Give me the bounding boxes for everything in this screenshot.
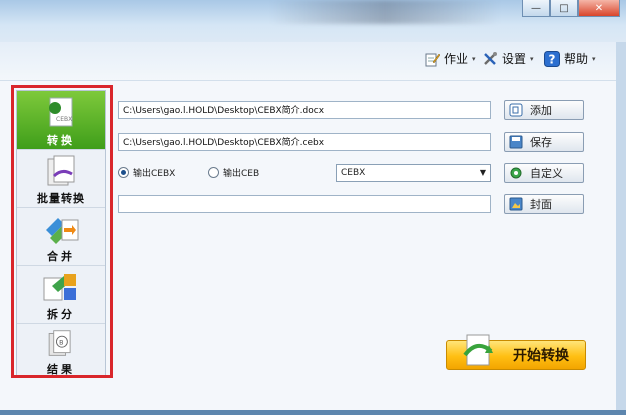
convert-document-icon	[463, 334, 493, 366]
radio-selected-icon	[118, 167, 129, 178]
window-bottom-edge	[0, 410, 626, 415]
cover-path-input[interactable]	[118, 195, 491, 213]
cover-button-label: 封面	[530, 198, 552, 211]
cover-button[interactable]: 封面	[504, 194, 584, 214]
add-button-label: 添加	[530, 104, 552, 117]
help-icon: ?	[544, 50, 560, 67]
menu-jobs[interactable]: 作业 ▾	[424, 50, 476, 67]
tools-icon	[484, 51, 497, 65]
format-select-value: CEBX	[341, 168, 366, 178]
pencil-note-icon	[425, 53, 440, 66]
close-button[interactable]: ✕	[578, 0, 620, 17]
menu-bar: 作业 ▾ 设置 ▾ ? 帮助 ▾	[0, 42, 616, 81]
radio-output-ceb-label: 输出CEB	[223, 169, 260, 179]
customize-button-label: 自定义	[530, 167, 563, 180]
gear-icon	[510, 167, 522, 179]
chevron-down-icon: ▾	[530, 54, 534, 63]
menu-jobs-label: 作业	[444, 52, 469, 66]
save-button[interactable]: 保存	[504, 132, 584, 152]
highlight-frame	[11, 85, 113, 378]
svg-text:?: ?	[549, 52, 556, 66]
radio-output-cebx[interactable]: 输出CEBX	[118, 166, 175, 179]
start-convert-label: 开始转换	[513, 348, 569, 364]
format-select[interactable]: CEBX ▼	[336, 164, 491, 182]
chevron-down-icon: ▾	[472, 54, 476, 63]
dropdown-arrow-icon: ▼	[479, 168, 486, 177]
radio-unselected-icon	[208, 167, 219, 178]
save-disk-icon	[509, 135, 523, 149]
title-bar: — □ ✕	[0, 0, 626, 42]
menu-help[interactable]: ? 帮助 ▾	[544, 50, 596, 67]
radio-output-cebx-label: 输出CEBX	[133, 169, 176, 179]
customize-button[interactable]: 自定义	[504, 163, 584, 183]
add-file-icon	[509, 103, 523, 117]
minimize-button[interactable]: —	[522, 0, 550, 17]
menu-settings[interactable]: 设置 ▾	[482, 50, 534, 67]
add-button[interactable]: 添加	[504, 100, 584, 120]
chevron-down-icon: ▾	[592, 54, 596, 63]
menu-settings-label: 设置	[502, 52, 527, 66]
window-controls: — □ ✕	[522, 0, 620, 17]
title-decoration	[270, 0, 500, 24]
maximize-button[interactable]: □	[550, 0, 578, 17]
output-path-input[interactable]: C:\Users\gao.l.HOLD\Desktop\CEBX简介.cebx	[118, 133, 491, 151]
source-path-input[interactable]: C:\Users\gao.l.HOLD\Desktop\CEBX简介.docx	[118, 101, 491, 119]
start-convert-button[interactable]: 开始转换	[446, 334, 586, 370]
menu-help-label: 帮助	[564, 52, 589, 66]
radio-output-ceb[interactable]: 输出CEB	[208, 166, 259, 179]
save-button-label: 保存	[530, 136, 552, 149]
cover-image-icon	[509, 197, 523, 211]
main-panel: 作业 ▾ 设置 ▾ ? 帮助 ▾ CEBX 转换 批量转换 合并 拆分 B 结果…	[0, 42, 626, 410]
